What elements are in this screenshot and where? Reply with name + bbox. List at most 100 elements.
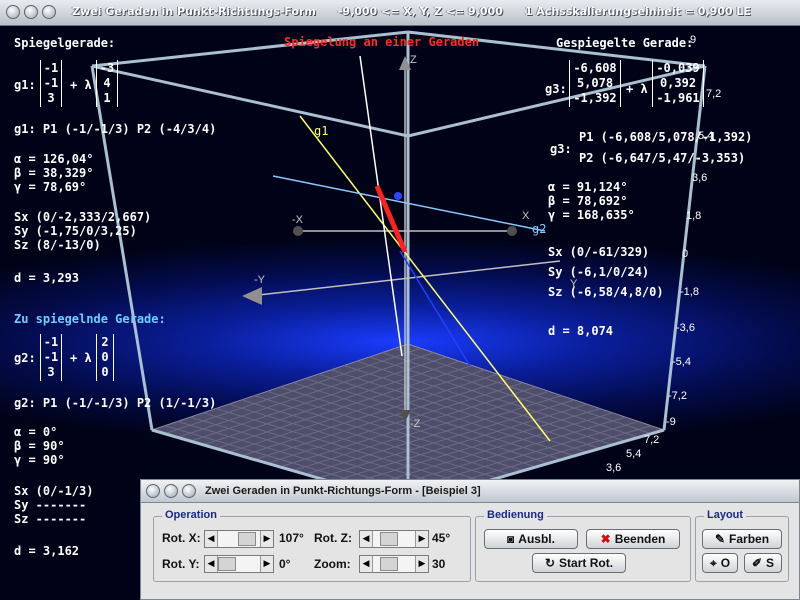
- axis-label-z: Z: [410, 54, 417, 66]
- rot-y-value: 0°: [279, 557, 291, 571]
- start-rot-label: Start Rot.: [559, 556, 614, 570]
- panel-title-bar: Zwei Geraden in Punkt-Richtungs-Form - […: [141, 480, 799, 503]
- operation-group: Operation Rot. X: ◀ ▶ 107° Rot. Y: ◀ ▶ 0…: [153, 509, 471, 582]
- g3-beta: β = 78,692°: [548, 194, 628, 208]
- o-button[interactable]: ⌖ O: [702, 553, 738, 573]
- start-rot-button[interactable]: ↻ Start Rot.: [532, 553, 626, 573]
- panel-menu-button[interactable]: [146, 484, 160, 498]
- g3-p2: P2 (-6,647/5,47/-3,353): [579, 151, 746, 165]
- title-bar: Zwei Geraden in Punkt-Richtungs-Form -9,0…: [0, 0, 800, 26]
- rot-x-label: Rot. X:: [162, 531, 201, 545]
- zoom-slider-thumb[interactable]: [380, 557, 398, 571]
- g3-alpha: α = 91,124°: [548, 180, 628, 194]
- g3-sx: Sx (0/-61/329): [548, 245, 650, 259]
- rot-x-slider[interactable]: ◀ ▶: [204, 530, 274, 548]
- g2-plot-label: g2: [532, 222, 547, 236]
- g3-direction-vector: -0,039 0,392 -1,961: [652, 60, 704, 107]
- rot-z-value: 45°: [432, 531, 451, 545]
- zoom-slider[interactable]: ◀ ▶: [359, 555, 429, 573]
- panel-title: Zwei Geraden in Punkt-Richtungs-Form - […: [205, 485, 481, 497]
- rot-x-slider-thumb[interactable]: [238, 532, 256, 546]
- g1-alpha: α = 126,04°: [14, 152, 94, 166]
- s-button[interactable]: ✐ S: [744, 553, 782, 573]
- rot-z-left-arrow-icon[interactable]: ◀: [360, 531, 373, 547]
- g1-points: g1: P1 (-1/-1/3) P2 (-4/3/4): [14, 122, 217, 136]
- rot-x-value: 107°: [279, 531, 304, 545]
- paint-icon: ✎: [714, 532, 726, 546]
- window-title-text: Zwei Geraden in Punkt-Richtungs-Form: [72, 5, 316, 18]
- scale-label: 3,6: [606, 462, 622, 474]
- rot-x-left-arrow-icon[interactable]: ◀: [205, 531, 218, 547]
- g2-equation-name: g2:: [14, 351, 36, 365]
- ausbl-label: Ausbl.: [518, 532, 555, 546]
- crosshair-icon: ⌖: [709, 556, 717, 570]
- scale-label: -3,6: [676, 322, 695, 334]
- g1-sz: Sz (8/-13/0): [14, 238, 101, 252]
- zoom-left-arrow-icon[interactable]: ◀: [360, 556, 373, 572]
- g2-direction-vector: 200: [96, 334, 114, 381]
- scale-label: -1,8: [680, 286, 699, 298]
- farben-label: Farben: [729, 532, 770, 546]
- g3-line: [359, 55, 403, 357]
- center-title: Spiegelung an einer Geraden: [284, 35, 480, 49]
- scale-label: 7,2: [644, 434, 660, 446]
- o-label: O: [720, 556, 731, 570]
- axis-label-neg-z: -Z: [410, 418, 421, 430]
- g3-p1: P1 (-6,608/5,078/-1,392): [579, 130, 753, 144]
- g1-lambda: + λ: [70, 78, 92, 92]
- layout-group: Layout ✎ Farben ⌖ O ✐ S: [695, 509, 789, 582]
- rot-y-slider[interactable]: ◀ ▶: [204, 555, 274, 573]
- window-title: Zwei Geraden in Punkt-Richtungs-Form -9,0…: [72, 5, 773, 18]
- zoom-right-arrow-icon[interactable]: ▶: [415, 556, 428, 572]
- farben-button[interactable]: ✎ Farben: [702, 529, 782, 549]
- g1-sy: Sy (-1,75/0/3,25): [14, 224, 137, 238]
- operation-label: Operation: [162, 509, 220, 521]
- g2-beta: β = 90°: [14, 439, 65, 453]
- zoom-label: Zoom:: [314, 557, 351, 571]
- scale-label: 5,4: [626, 448, 642, 460]
- mirrored-line-title: Gespiegelte Gerade:: [556, 36, 694, 50]
- g1-plot-label: g1: [314, 124, 329, 138]
- panel-minimize-button[interactable]: [182, 484, 196, 498]
- g3-distance: d = 8,074: [548, 324, 614, 338]
- rot-x-right-arrow-icon[interactable]: ▶: [260, 531, 273, 547]
- rot-y-slider-thumb[interactable]: [218, 557, 236, 571]
- rot-y-label: Rot. Y:: [162, 557, 200, 571]
- rot-z-right-arrow-icon[interactable]: ▶: [415, 531, 428, 547]
- to-mirror-title: Zu spiegelnde Gerade:: [14, 312, 166, 326]
- g2-alpha: α = 0°: [14, 425, 58, 439]
- scale-label: -5,4: [672, 356, 691, 368]
- window-minimize-button[interactable]: [42, 5, 56, 19]
- g2-gamma: γ = 90°: [14, 453, 65, 467]
- rot-z-label: Rot. Z:: [314, 531, 352, 545]
- window-title-range: -9,000 <= X, Y, Z <= 9,000: [337, 5, 503, 18]
- zoom-value: 30: [432, 557, 446, 571]
- close-icon: ✖: [600, 532, 611, 546]
- g3-gamma: γ = 168,635°: [548, 208, 635, 222]
- beenden-button[interactable]: ✖ Beenden: [586, 529, 680, 549]
- g1-equation-name: g1:: [14, 78, 36, 92]
- scale-label: -9: [666, 416, 676, 428]
- window-menu-button[interactable]: [6, 5, 20, 19]
- axis-label-neg-x: -X: [292, 214, 303, 226]
- panel-shade-button[interactable]: [164, 484, 178, 498]
- g2-sy: Sy -------: [14, 498, 87, 512]
- g3-sy: Sy (-6,1/0/24): [548, 265, 650, 279]
- brush-icon: ✐: [751, 556, 763, 570]
- g3-points-label: g3:: [550, 142, 572, 156]
- g2-points: g2: P1 (-1/-1/3) P2 (1/-1/3): [14, 396, 217, 410]
- scale-label: 3,6: [692, 172, 708, 184]
- rot-z-slider[interactable]: ◀ ▶: [359, 530, 429, 548]
- ausbl-button[interactable]: ◙ Ausbl.: [484, 529, 578, 549]
- beenden-label: Beenden: [614, 532, 666, 546]
- scale-label: 1,8: [686, 210, 702, 222]
- rot-z-slider-thumb[interactable]: [380, 532, 398, 546]
- bedienung-label: Bedienung: [484, 509, 547, 521]
- window-shade-button[interactable]: [24, 5, 38, 19]
- rot-y-left-arrow-icon[interactable]: ◀: [205, 556, 218, 572]
- axis-label-x: X: [522, 210, 530, 222]
- g2-lambda: + λ: [70, 351, 92, 365]
- scale-label: -7,2: [668, 390, 687, 402]
- rot-y-right-arrow-icon[interactable]: ▶: [260, 556, 273, 572]
- g2-point-vector: -1 -1 3: [40, 334, 62, 381]
